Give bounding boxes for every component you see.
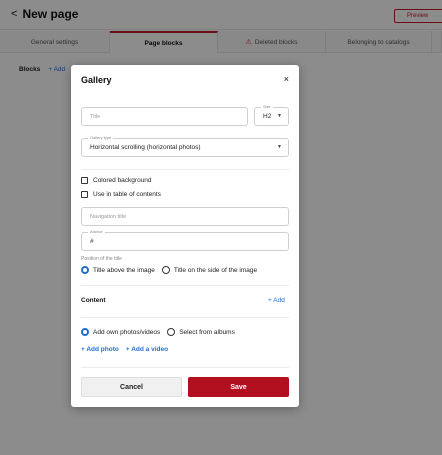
radio-button[interactable] xyxy=(81,266,89,274)
add-video-link[interactable]: + Add a video xyxy=(126,346,168,353)
radio-label: Title on the side of the image xyxy=(173,266,258,274)
navigation-title-placeholder: Navigation title xyxy=(90,214,127,220)
anchor-input[interactable]: Anchor # xyxy=(81,229,289,251)
save-button[interactable]: Save xyxy=(188,377,289,397)
size-select[interactable]: Size H2 ▼ xyxy=(254,104,289,126)
radio-own-photos[interactable]: Add own photos/videos xyxy=(81,328,160,336)
gallery-type-value: Horizontal scrolling (horizontal photos) xyxy=(90,144,201,151)
toc-label: Use in table of contents xyxy=(93,191,161,198)
checkbox-box[interactable] xyxy=(81,191,88,198)
radio-button[interactable] xyxy=(161,266,170,274)
toc-checkbox[interactable]: Use in table of contents xyxy=(81,191,161,198)
colored-background-checkbox[interactable]: Colored background xyxy=(81,177,152,184)
gallery-type-label: Gallery type xyxy=(88,135,114,140)
radio-label: Add own photos/videos xyxy=(93,328,161,336)
modal-title: Gallery xyxy=(81,75,112,85)
title-placeholder: Title xyxy=(90,114,101,120)
cancel-button[interactable]: Cancel xyxy=(81,377,182,397)
content-source-radio-group: Add own photos/videos Select from albums xyxy=(81,328,242,336)
navigation-title-input[interactable]: Navigation title xyxy=(81,207,289,226)
radio-label: Select from albums xyxy=(179,328,235,336)
add-media-links: + Add photo + Add a video xyxy=(81,346,168,353)
colored-background-label: Colored background xyxy=(93,177,152,184)
radio-label: Title above the image xyxy=(93,266,155,274)
size-value: H2 xyxy=(263,113,272,120)
radio-button[interactable] xyxy=(81,328,89,336)
anchor-value: # xyxy=(90,238,94,245)
radio-title-above[interactable]: Title above the image xyxy=(81,266,155,274)
checkbox-box[interactable] xyxy=(81,177,88,184)
chevron-down-icon: ▼ xyxy=(277,144,282,150)
gallery-type-select[interactable]: Gallery type Horizontal scrolling (horiz… xyxy=(81,135,289,157)
anchor-label: Anchor xyxy=(88,229,105,234)
add-photo-link[interactable]: + Add photo xyxy=(81,346,119,353)
radio-button[interactable] xyxy=(167,328,176,336)
divider xyxy=(81,367,289,368)
divider xyxy=(81,317,289,318)
content-add-link[interactable]: + Add xyxy=(268,297,285,304)
title-position-label: Position of the title xyxy=(81,256,122,262)
close-icon[interactable]: × xyxy=(284,74,289,84)
gallery-modal: Gallery × Title Size H2 ▼ Gallery type H… xyxy=(71,65,299,407)
divider xyxy=(81,169,289,170)
title-position-radio-group: Title above the image Title on the side … xyxy=(81,266,264,274)
title-input[interactable]: Title xyxy=(81,107,248,126)
size-label: Size xyxy=(261,104,273,109)
chevron-down-icon: ▼ xyxy=(277,113,282,119)
radio-select-albums[interactable]: Select from albums xyxy=(167,328,235,336)
content-title: Content xyxy=(81,297,106,304)
divider xyxy=(81,285,289,286)
radio-title-side[interactable]: Title on the side of the image xyxy=(161,266,258,274)
